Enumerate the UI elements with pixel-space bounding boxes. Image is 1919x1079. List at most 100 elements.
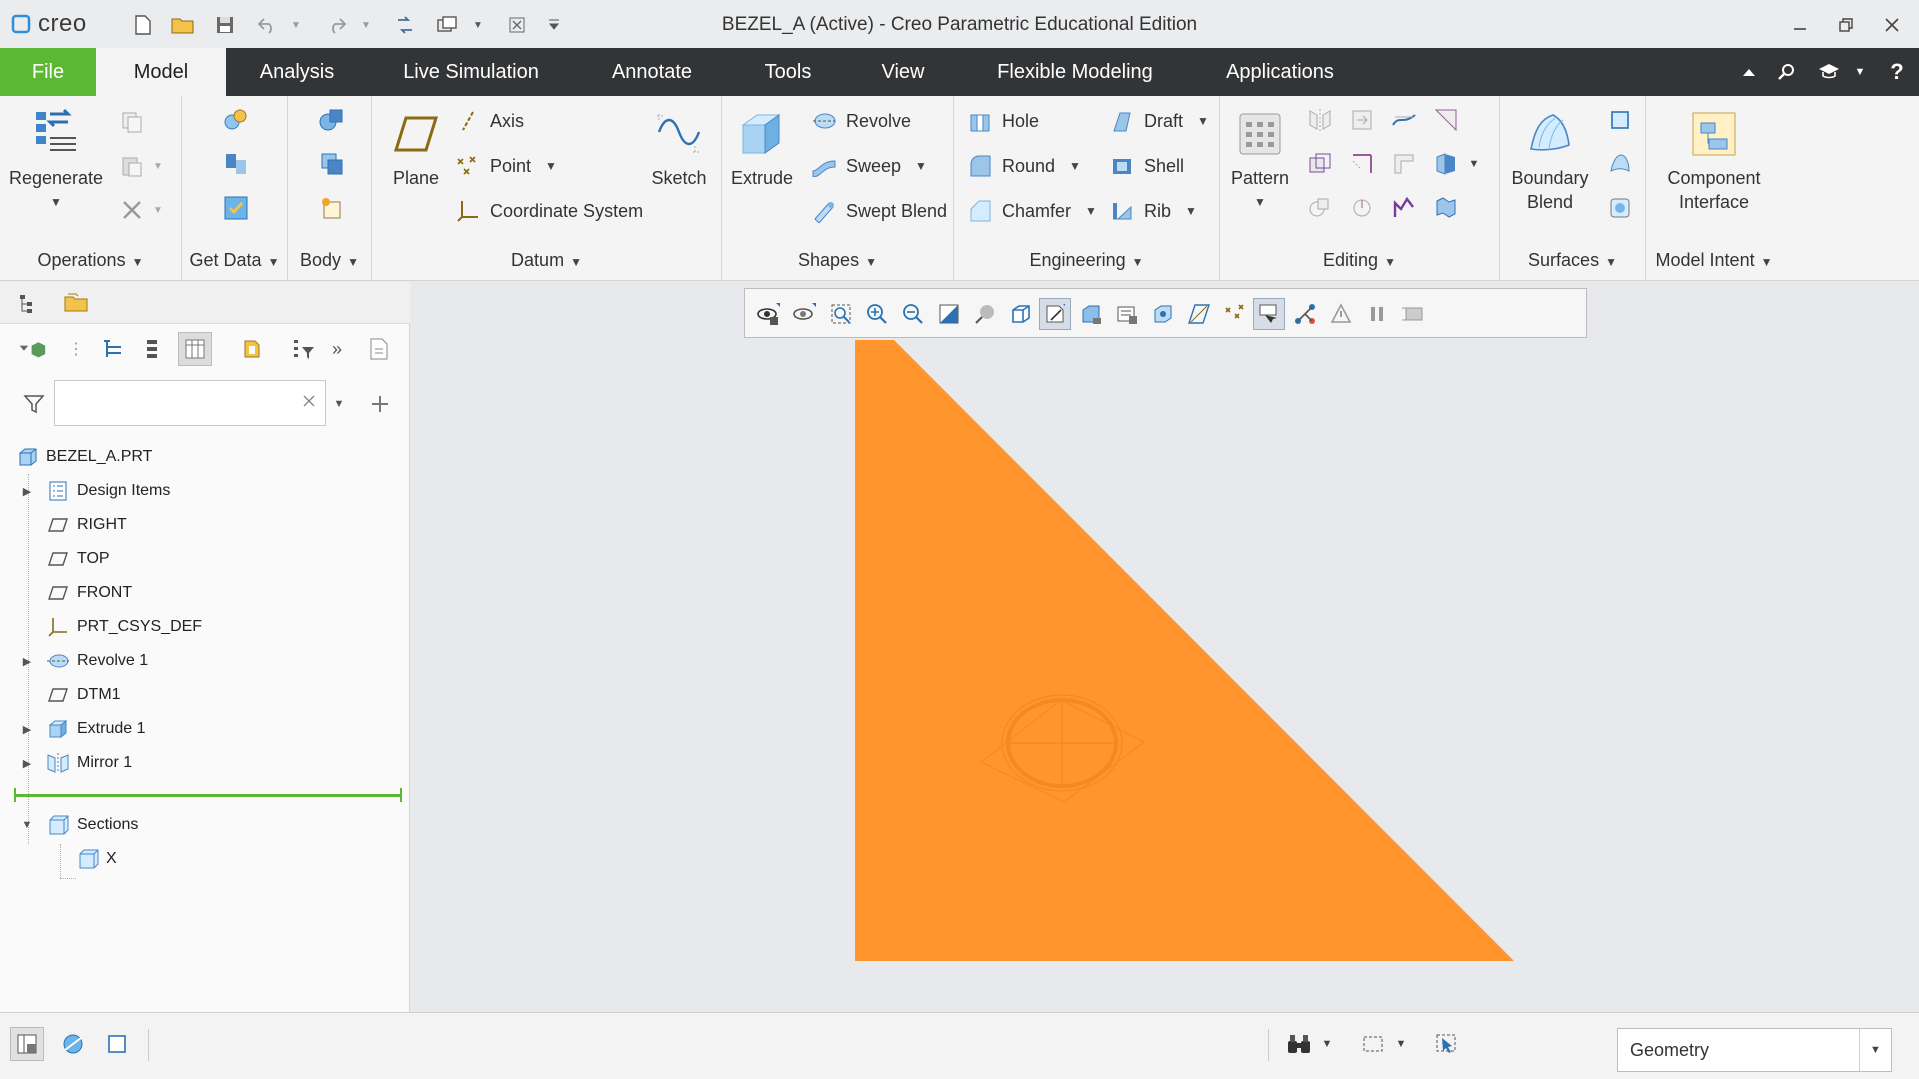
insert-here-indicator[interactable]: [16, 794, 402, 797]
tab-applications[interactable]: Applications: [1210, 48, 1350, 96]
boolean-operations-icon[interactable]: [316, 104, 348, 136]
group-label-model-intent[interactable]: Model Intent ▼: [1646, 250, 1782, 271]
sweep-dropdown-icon[interactable]: ▼: [915, 159, 927, 173]
tree-search-input[interactable]: [54, 380, 326, 426]
tree-item-top[interactable]: TOP: [0, 542, 410, 576]
tab-file[interactable]: File: [0, 48, 96, 96]
tree-root-row[interactable]: BEZEL_A.PRT: [0, 440, 410, 474]
repaint-icon[interactable]: [933, 298, 965, 330]
tree-item-section-x[interactable]: X: [0, 842, 410, 876]
close-icon[interactable]: [1878, 12, 1906, 38]
tree-item-dtm1[interactable]: DTM1: [0, 678, 410, 712]
pause-icon[interactable]: [1361, 298, 1393, 330]
box-select-dropdown-icon[interactable]: ▼: [1392, 1027, 1410, 1061]
intersect-icon[interactable]: [1304, 192, 1336, 224]
note-icon[interactable]: [362, 332, 396, 366]
render-icon[interactable]: [1397, 298, 1429, 330]
tab-tools[interactable]: Tools: [746, 48, 830, 96]
freestyle-icon[interactable]: [1604, 192, 1636, 224]
perspective-view-icon[interactable]: [969, 298, 1001, 330]
group-label-body[interactable]: Body ▼: [288, 250, 371, 271]
user-defined-feature-icon[interactable]: [220, 104, 252, 136]
graphics-window[interactable]: [411, 282, 1919, 1012]
expand-arrow-icon[interactable]: ▶: [20, 484, 34, 498]
paste-dropdown-icon[interactable]: ▼: [150, 150, 166, 182]
windows-icon[interactable]: [434, 12, 460, 38]
tree-expand-icon[interactable]: [136, 332, 170, 366]
undo-icon[interactable]: [254, 12, 280, 38]
selection-filter-dropdown-icon[interactable]: ▼: [1859, 1029, 1891, 1071]
group-label-surfaces[interactable]: Surfaces ▼: [1500, 250, 1645, 271]
wrap-icon[interactable]: [1346, 192, 1378, 224]
flatten-icon[interactable]: [1430, 192, 1462, 224]
round-dropdown-icon[interactable]: ▼: [1069, 159, 1081, 173]
point-button[interactable]: Point ▼: [454, 151, 557, 181]
copy-icon[interactable]: [116, 106, 148, 138]
table-view-icon[interactable]: [178, 332, 212, 366]
minimize-icon[interactable]: [1786, 12, 1814, 38]
learning-hat-icon[interactable]: [1816, 59, 1842, 85]
appearance-icon[interactable]: [1325, 298, 1357, 330]
search-dropdown-icon[interactable]: ▼: [330, 388, 348, 420]
new-file-icon[interactable]: [130, 12, 156, 38]
tree-item-revolve-1[interactable]: ▶ Revolve 1: [0, 644, 410, 678]
restore-icon[interactable]: [1832, 12, 1860, 38]
tree-item-mirror-1[interactable]: ▶ Mirror 1: [0, 746, 410, 780]
shrinkwrap-icon[interactable]: [220, 192, 252, 224]
component-interface-button[interactable]: Component Interface: [1650, 106, 1778, 214]
tab-analysis[interactable]: Analysis: [240, 48, 354, 96]
draft-button[interactable]: Draft ▼: [1108, 106, 1209, 136]
chamfer-dropdown-icon[interactable]: ▼: [1085, 204, 1097, 218]
spinal-bend-icon[interactable]: [1388, 192, 1420, 224]
merge-icon[interactable]: [1346, 104, 1378, 136]
style-icon[interactable]: [1604, 148, 1636, 180]
display-style-icon[interactable]: [789, 298, 821, 330]
customize-qat-icon[interactable]: [546, 12, 562, 38]
expand-arrow-icon[interactable]: ▶: [20, 756, 34, 770]
mirror-icon[interactable]: [1304, 104, 1336, 136]
close-window-icon[interactable]: [504, 12, 530, 38]
group-label-operations[interactable]: Operations ▼: [0, 250, 181, 271]
view-manager-icon[interactable]: [1039, 298, 1071, 330]
tree-item-extrude-1[interactable]: ▶ Extrude 1: [0, 712, 410, 746]
draft-dropdown-icon[interactable]: ▼: [1197, 114, 1209, 128]
tab-annotate[interactable]: Annotate: [592, 48, 712, 96]
model-tree-tab-icon[interactable]: [12, 287, 44, 319]
pattern-dropdown-icon[interactable]: ▼: [1224, 190, 1296, 214]
find-icon[interactable]: [1282, 1027, 1316, 1061]
smart-select-icon[interactable]: [1430, 1027, 1464, 1061]
regenerate-button[interactable]: Regenerate ▼: [6, 106, 106, 214]
spin-center-icon[interactable]: [1147, 298, 1179, 330]
point-dropdown-icon[interactable]: ▼: [545, 159, 557, 173]
windows-dropdown-icon[interactable]: ▼: [470, 12, 486, 38]
folder-browser-tab-icon[interactable]: [60, 287, 92, 319]
swept-blend-button[interactable]: Swept Blend: [810, 196, 947, 226]
section-display-icon[interactable]: [1289, 298, 1321, 330]
plane-button[interactable]: Plane: [386, 106, 446, 190]
settings-tree-icon[interactable]: [234, 332, 268, 366]
box-select-icon[interactable]: [1356, 1027, 1390, 1061]
tree-item-sections[interactable]: ▼ Sections: [0, 808, 410, 842]
copy-geometry-icon[interactable]: [220, 148, 252, 180]
chamfer-button[interactable]: Chamfer ▼: [966, 196, 1097, 226]
model-geometry[interactable]: [411, 282, 1919, 1012]
axis-button[interactable]: Axis: [454, 106, 524, 136]
collapse-arrow-icon[interactable]: ▼: [20, 818, 34, 832]
find-dropdown-icon[interactable]: ▼: [1318, 1027, 1336, 1061]
clear-search-icon[interactable]: [301, 393, 317, 409]
save-icon[interactable]: [212, 12, 238, 38]
group-label-shapes[interactable]: Shapes ▼: [722, 250, 953, 271]
delete-dropdown-icon[interactable]: ▼: [150, 194, 166, 226]
selection-filter-display-icon[interactable]: [1253, 298, 1285, 330]
tab-live-simulation[interactable]: Live Simulation: [386, 48, 556, 96]
annotation-display-icon[interactable]: [1111, 298, 1143, 330]
solidify-icon[interactable]: [1430, 148, 1462, 180]
minimize-ribbon-icon[interactable]: [1736, 59, 1762, 85]
expand-arrow-icon[interactable]: ▶: [20, 654, 34, 668]
zoom-out-icon[interactable]: [897, 298, 929, 330]
trim-icon[interactable]: [1388, 104, 1420, 136]
triangular-part-face[interactable]: [855, 340, 1514, 961]
tab-model[interactable]: Model: [96, 48, 226, 96]
more-tools-icon[interactable]: »: [326, 332, 348, 366]
learning-dropdown-icon[interactable]: ▼: [1852, 59, 1868, 85]
